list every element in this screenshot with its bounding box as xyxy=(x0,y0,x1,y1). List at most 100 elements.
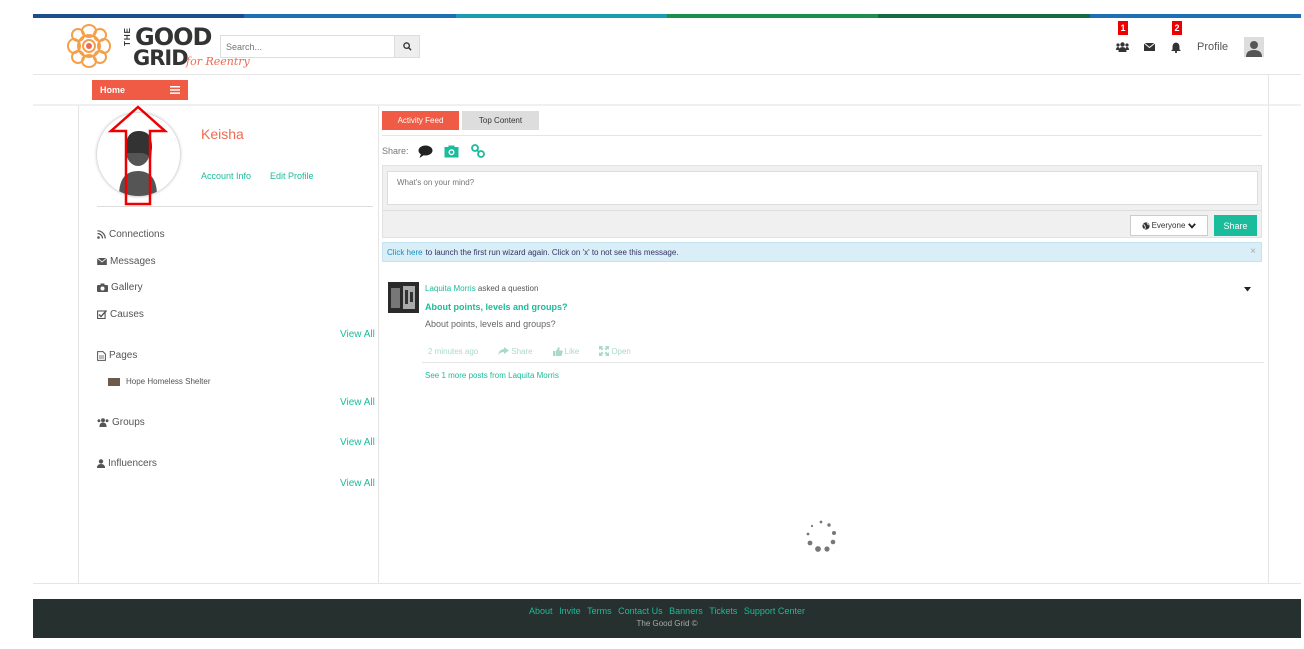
profile-username[interactable]: Keisha xyxy=(201,126,244,142)
messages-button[interactable] xyxy=(1141,39,1157,55)
connections-badge: 1 xyxy=(1118,21,1128,35)
sidebar-item-causes[interactable]: Causes xyxy=(97,309,144,320)
footer-link-terms[interactable]: Terms xyxy=(587,606,612,616)
post-title-link[interactable]: About points, levels and groups? xyxy=(425,302,568,312)
sidebar-item-label: Groups xyxy=(112,417,145,428)
checkbox-icon xyxy=(97,310,107,319)
author-photo-icon xyxy=(388,282,419,313)
audience-label: Everyone xyxy=(1151,221,1186,230)
sidebar-item-label: Messages xyxy=(110,256,156,267)
envelope-icon xyxy=(1143,43,1155,51)
sidebar-item-label: Connections xyxy=(109,229,165,240)
sidebar-item-messages[interactable]: Messages xyxy=(97,256,156,267)
sidebar-item-pages[interactable]: Pages xyxy=(97,350,137,361)
causes-view-all-link[interactable]: View All xyxy=(340,329,375,340)
globe-icon xyxy=(1141,221,1150,230)
post-author-avatar[interactable] xyxy=(388,282,419,313)
logo-the: THE xyxy=(123,27,132,46)
first-run-alert: Click here to launch the first run wizar… xyxy=(382,242,1262,262)
audience-select[interactable]: Everyone xyxy=(1130,215,1208,236)
search-button[interactable] xyxy=(394,36,419,57)
more-posts-link[interactable]: See 1 more posts from Laquita Morris xyxy=(425,371,559,380)
composer-divider xyxy=(383,210,1261,211)
sidebar-item-influencers[interactable]: Influencers xyxy=(97,458,157,469)
speech-bubble-icon xyxy=(418,145,433,158)
post-options-button[interactable] xyxy=(1244,285,1251,294)
account-info-link[interactable]: Account Info xyxy=(201,171,251,181)
post-share-button[interactable]: Share xyxy=(498,347,542,356)
footer-link-invite[interactable]: Invite xyxy=(559,606,581,616)
envelope-icon xyxy=(97,258,107,265)
post-time[interactable]: 2 minutes ago xyxy=(428,347,488,356)
footer-link-contact-us[interactable]: Contact Us xyxy=(618,606,663,616)
search-icon xyxy=(402,42,412,51)
influencers-view-all-link[interactable]: View All xyxy=(340,478,375,489)
footer-link-about[interactable]: About xyxy=(529,606,553,616)
post-open-button[interactable]: Open xyxy=(599,346,641,356)
footer-link-support-center[interactable]: Support Center xyxy=(744,606,805,616)
search-input[interactable] xyxy=(221,36,394,57)
footer-links: About Invite Terms Contact Us Banners Ti… xyxy=(33,606,1301,616)
flower-logo-icon xyxy=(67,24,111,68)
post-like-button[interactable]: Like xyxy=(552,346,590,356)
post-action-text: asked a question xyxy=(477,284,539,293)
loading-spinner-icon xyxy=(806,520,836,552)
post-composer: Everyone Share xyxy=(382,165,1262,238)
sidebar-item-label: Gallery xyxy=(111,282,143,293)
sidebar-item-groups[interactable]: Groups xyxy=(97,417,145,428)
post-divider xyxy=(422,362,1264,363)
center-frame-line xyxy=(378,106,379,583)
sidebar-item-gallery[interactable]: Gallery xyxy=(97,282,143,293)
status-textarea[interactable] xyxy=(387,171,1258,205)
first-run-wizard-link[interactable]: Click here xyxy=(387,248,423,257)
sidebar-item-connections[interactable]: Connections xyxy=(97,229,165,240)
profile-link[interactable]: Profile xyxy=(1197,41,1228,53)
share-status-button[interactable] xyxy=(418,145,433,158)
bell-icon xyxy=(1171,42,1181,53)
sidebar-item-label: Influencers xyxy=(108,458,157,469)
post-header: Laquita Morris asked a question xyxy=(425,284,538,293)
photo-icon xyxy=(444,145,459,157)
connections-button[interactable]: 1 xyxy=(1114,21,1130,55)
pages-view-all-link[interactable]: View All xyxy=(340,397,375,408)
sidebar-item-label: Pages xyxy=(109,350,138,361)
site-logo[interactable]: THE GOOD GRID for Reentry xyxy=(65,21,250,71)
tabs-divider xyxy=(382,135,1262,136)
share-label: Share: xyxy=(382,146,409,156)
post-body: About points, levels and groups? xyxy=(425,319,556,329)
footer: About Invite Terms Contact Us Banners Ti… xyxy=(33,599,1301,638)
page-item-hope-homeless-shelter[interactable]: Hope Homeless Shelter xyxy=(108,377,210,386)
page-thumbnail xyxy=(108,377,120,386)
footer-divider xyxy=(33,583,1301,584)
users-icon xyxy=(97,418,109,427)
share-button[interactable]: Share xyxy=(1214,215,1257,236)
home-menu-button[interactable]: Home xyxy=(92,80,188,100)
post-author-link[interactable]: Laquita Morris xyxy=(425,284,476,293)
notifications-button[interactable]: 2 xyxy=(1168,21,1184,55)
header-icons: 1 2 Profile xyxy=(1114,21,1265,57)
users-icon xyxy=(1115,42,1129,52)
rss-icon xyxy=(97,230,106,239)
home-label: Home xyxy=(100,85,126,95)
groups-view-all-link[interactable]: View All xyxy=(340,437,375,448)
avatar[interactable] xyxy=(1244,37,1265,57)
alert-close-button[interactable]: × xyxy=(1250,246,1256,257)
expand-icon xyxy=(599,346,610,356)
left-frame-line xyxy=(78,106,79,583)
tab-top-content[interactable]: Top Content xyxy=(462,111,539,130)
post-share-label: Share xyxy=(511,346,533,356)
header: THE GOOD GRID for Reentry 1 2 Profile xyxy=(33,18,1301,75)
footer-copyright: The Good Grid © xyxy=(636,619,698,628)
share-photo-button[interactable] xyxy=(444,145,459,158)
document-icon xyxy=(97,350,106,361)
share-type-row: Share: xyxy=(382,144,485,158)
camera-icon xyxy=(97,283,108,292)
footer-link-tickets[interactable]: Tickets xyxy=(709,606,737,616)
link-icon xyxy=(470,144,485,158)
footer-link-banners[interactable]: Banners xyxy=(669,606,703,616)
share-link-button[interactable] xyxy=(470,144,485,158)
tab-activity-feed[interactable]: Activity Feed xyxy=(382,111,459,130)
feed-tabs: Activity Feed Top Content xyxy=(382,111,539,130)
edit-profile-link[interactable]: Edit Profile xyxy=(270,171,314,181)
chevron-down-icon xyxy=(1188,222,1197,229)
